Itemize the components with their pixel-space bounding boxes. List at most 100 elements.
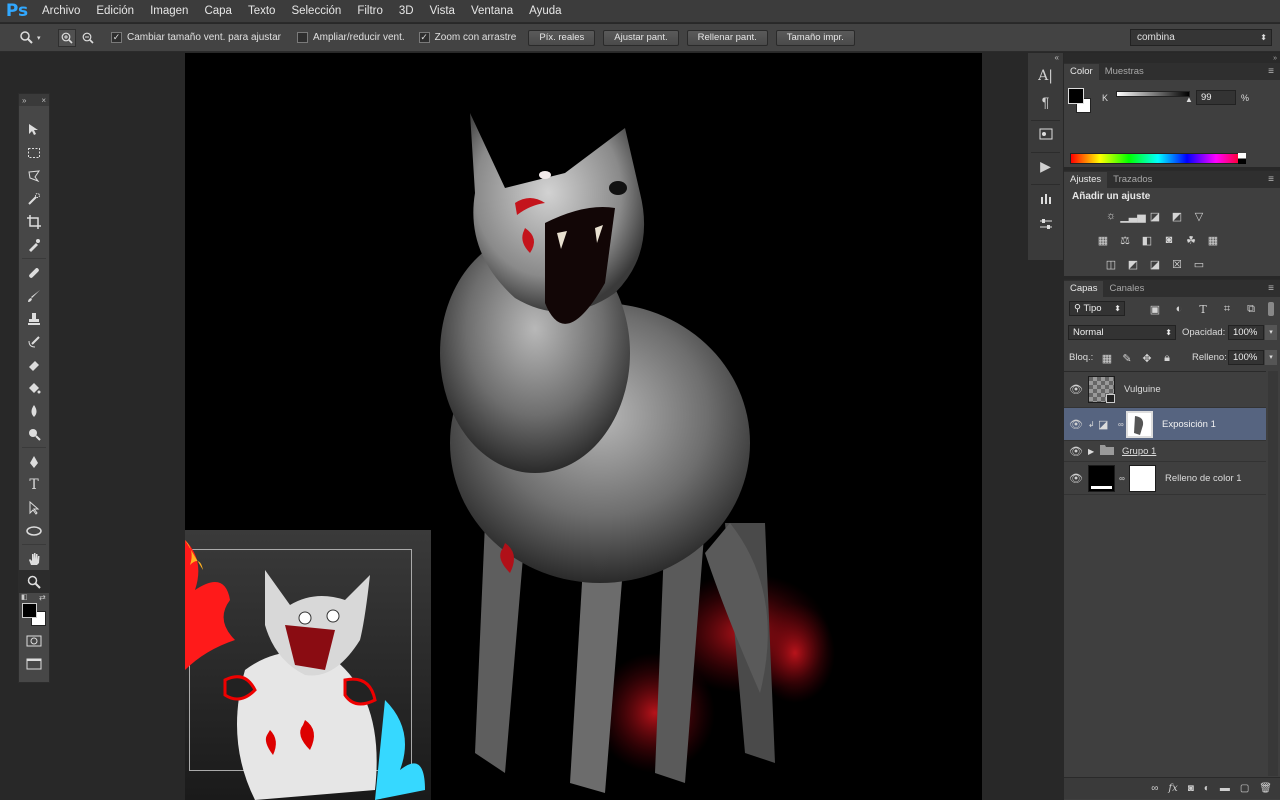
new-adjustment-layer-icon[interactable]: ◐ xyxy=(1204,783,1210,794)
filter-smart-object-icon[interactable]: ⧉ xyxy=(1242,301,1260,317)
layer-row-relleno[interactable]: 👁︎ ∞ Relleno de color 1 xyxy=(1064,462,1266,495)
expand-arrow-icon[interactable]: ▶ xyxy=(1088,447,1100,456)
zoom-out-icon[interactable] xyxy=(79,29,97,47)
zoom-tool-icon[interactable] xyxy=(19,570,49,593)
layer-mask-thumbnail[interactable] xyxy=(1126,410,1153,438)
actual-pixels-button[interactable]: Píx. reales xyxy=(528,29,596,46)
k-slider[interactable] xyxy=(1116,91,1190,97)
black-white-icon[interactable]: ◧ xyxy=(1138,232,1156,248)
visibility-eye-icon[interactable]: 👁︎ xyxy=(1064,383,1088,396)
screen-mode-icon[interactable] xyxy=(19,652,49,675)
panel-collapse-bar[interactable]: » xyxy=(1064,54,1280,63)
tools-panel-header[interactable]: » × xyxy=(19,94,49,106)
lock-all-icon[interactable]: 🔒︎ xyxy=(1158,350,1176,366)
hue-saturation-icon[interactable]: ▦ xyxy=(1094,232,1112,248)
color-fg-bg-swatches[interactable] xyxy=(1068,88,1092,114)
add-mask-icon[interactable]: ◙ xyxy=(1188,783,1194,794)
tab-muestras[interactable]: Muestras xyxy=(1099,64,1150,80)
invert-icon[interactable]: ◫ xyxy=(1102,256,1120,272)
new-group-icon[interactable]: ▬ xyxy=(1220,783,1230,794)
eraser-tool-icon[interactable] xyxy=(19,353,49,376)
color-spectrum-bar[interactable] xyxy=(1070,153,1246,164)
tab-color[interactable]: Color xyxy=(1064,64,1099,80)
lock-pixels-icon[interactable]: ✎ xyxy=(1118,350,1136,366)
actions-panel-icon[interactable]: ▶ xyxy=(1029,153,1062,179)
brush-tool-icon[interactable] xyxy=(19,284,49,307)
menu-ventana[interactable]: Ventana xyxy=(463,0,521,23)
tab-canales[interactable]: Canales xyxy=(1103,281,1150,297)
paint-bucket-tool-icon[interactable] xyxy=(19,376,49,399)
color-lookup-icon[interactable]: ▦ xyxy=(1204,232,1222,248)
panel-menu-icon[interactable]: ≡ xyxy=(1268,281,1280,297)
filter-type-icon[interactable]: T xyxy=(1194,301,1212,317)
layer-row-vulguine[interactable]: 👁︎ Vulguine xyxy=(1064,372,1266,408)
tab-trazados[interactable]: Trazados xyxy=(1107,172,1158,188)
color-swatches[interactable]: ◧ ⇄ xyxy=(19,593,49,629)
visibility-eye-icon[interactable]: 👁︎ xyxy=(1064,472,1088,485)
menu-filtro[interactable]: Filtro xyxy=(349,0,391,23)
scrubby-zoom-option[interactable]: ✓ Zoom con arrastre xyxy=(418,32,516,43)
panel-foreground-swatch[interactable] xyxy=(1068,88,1084,104)
menu-ayuda[interactable]: Ayuda xyxy=(521,0,569,23)
levels-icon[interactable]: ▁▃▅ xyxy=(1120,208,1145,224)
healing-brush-tool-icon[interactable] xyxy=(19,261,49,284)
lasso-tool-icon[interactable] xyxy=(19,164,49,187)
menu-texto[interactable]: Texto xyxy=(240,0,284,23)
hand-tool-icon[interactable] xyxy=(19,547,49,570)
dodge-tool-icon[interactable] xyxy=(19,422,49,445)
character-panel-icon[interactable]: A| xyxy=(1029,63,1062,89)
close-icon[interactable]: × xyxy=(41,96,46,105)
zoom-all-option[interactable]: Ampliar/reducir vent. xyxy=(296,32,405,43)
ellipse-tool-icon[interactable] xyxy=(19,519,49,542)
zoom-in-icon[interactable] xyxy=(58,28,76,47)
fill-screen-button[interactable]: Rellenar pant. xyxy=(686,29,768,46)
k-value-field[interactable]: 99 xyxy=(1196,90,1236,105)
threshold-icon[interactable]: ◪ xyxy=(1146,256,1164,272)
quick-selection-tool-icon[interactable] xyxy=(19,187,49,210)
menu-archivo[interactable]: Archivo xyxy=(34,0,88,23)
fill-field[interactable]: 100% xyxy=(1228,350,1264,365)
photo-filter-icon[interactable]: ◙ xyxy=(1160,232,1178,248)
tool-presets-panel-icon[interactable] xyxy=(1029,211,1062,237)
link-layers-icon[interactable]: ∞ xyxy=(1151,783,1158,794)
foreground-color-swatch[interactable] xyxy=(22,603,37,618)
visibility-eye-icon[interactable]: 👁︎ xyxy=(1064,445,1088,458)
marquee-tool-icon[interactable] xyxy=(19,141,49,164)
brush-presets-panel-icon[interactable] xyxy=(1029,185,1062,211)
menu-edicion[interactable]: Edición xyxy=(88,0,142,23)
layer-filter-select[interactable]: ⚲ Tipo ⬍ xyxy=(1069,301,1125,316)
panel-menu-icon[interactable]: ≡ xyxy=(1268,64,1280,80)
spectrum-white-black[interactable] xyxy=(1238,153,1246,164)
menu-imagen[interactable]: Imagen xyxy=(142,0,196,23)
properties-panel-icon[interactable] xyxy=(1029,121,1062,147)
gradient-map-icon[interactable]: ▭ xyxy=(1190,256,1208,272)
slider-thumb-icon[interactable]: ▲ xyxy=(1185,95,1193,104)
print-size-button[interactable]: Tamaño impr. xyxy=(775,29,855,46)
resize-windows-option[interactable]: ✓ Cambiar tamaño vent. para ajustar xyxy=(111,32,281,43)
quick-mask-icon[interactable] xyxy=(19,629,49,652)
paragraph-panel-icon[interactable]: ¶ xyxy=(1029,89,1062,115)
fill-dropdown-icon[interactable]: ▾ xyxy=(1265,350,1277,365)
opacity-dropdown-icon[interactable]: ▾ xyxy=(1265,325,1277,340)
fit-screen-button[interactable]: Ajustar pant. xyxy=(603,29,679,46)
tab-ajustes[interactable]: Ajustes xyxy=(1064,172,1108,188)
filter-shape-icon[interactable]: ⌗ xyxy=(1218,301,1236,317)
filter-toggle[interactable] xyxy=(1268,302,1274,316)
menu-vista[interactable]: Vista xyxy=(422,0,463,23)
history-brush-tool-icon[interactable] xyxy=(19,330,49,353)
vibrance-icon[interactable]: ▽ xyxy=(1190,208,1208,224)
path-selection-tool-icon[interactable] xyxy=(19,496,49,519)
menu-3d[interactable]: 3D xyxy=(391,0,422,23)
panel-menu-icon[interactable]: ≡ xyxy=(1268,172,1280,188)
filter-pixel-icon[interactable]: ▣ xyxy=(1146,301,1164,317)
new-layer-icon[interactable]: ▢ xyxy=(1240,783,1249,794)
posterize-icon[interactable]: ◩ xyxy=(1124,256,1142,272)
swap-colors-icon[interactable]: ⇄ xyxy=(39,593,46,602)
stamp-tool-icon[interactable] xyxy=(19,307,49,330)
channel-mixer-icon[interactable]: ☘ xyxy=(1182,232,1200,248)
delete-layer-icon[interactable]: 🗑︎ xyxy=(1259,783,1272,794)
collapse-icon[interactable]: » xyxy=(22,96,26,105)
crop-tool-icon[interactable] xyxy=(19,210,49,233)
layer-style-icon[interactable]: fx xyxy=(1168,783,1177,794)
layers-scrollbar[interactable] xyxy=(1268,371,1278,776)
